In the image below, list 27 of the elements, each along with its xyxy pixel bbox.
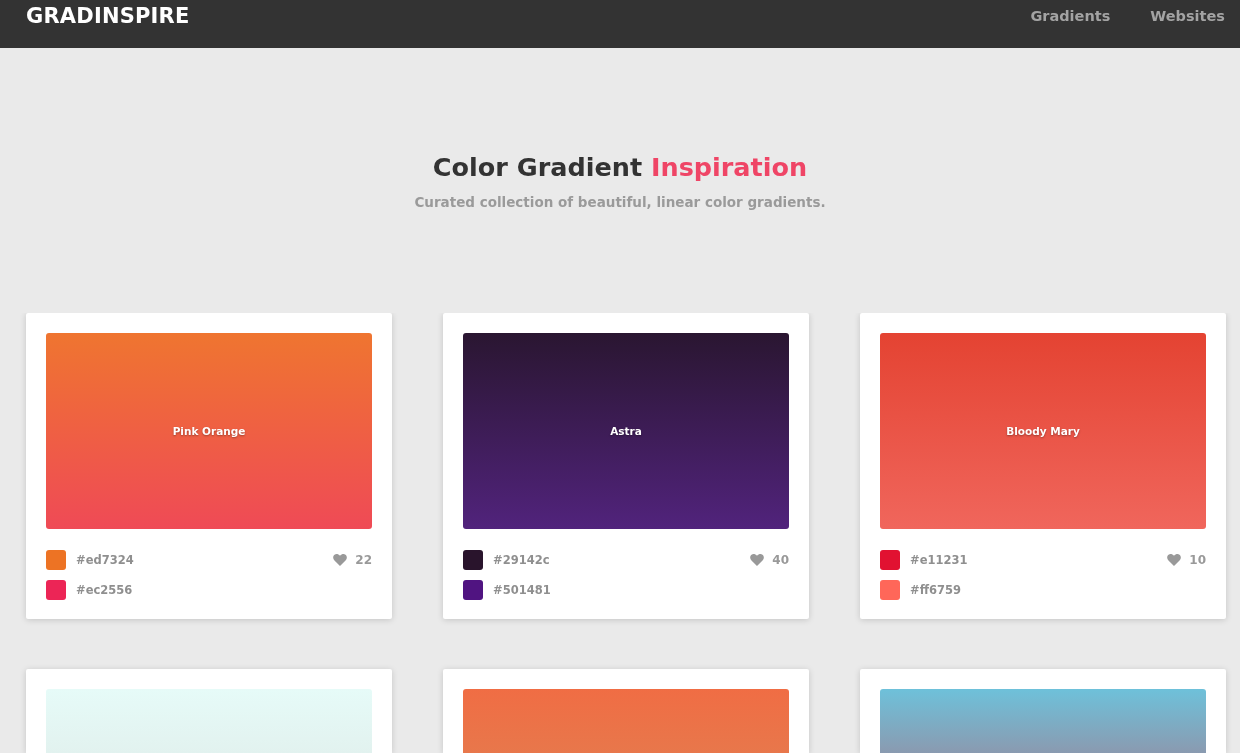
gradient-preview[interactable] [880,689,1206,753]
hex-code: #ed7324 [76,551,134,569]
heart-icon [333,554,348,566]
gradient-preview[interactable] [463,689,789,753]
page-title: Color Gradient [432,152,643,182]
like-button[interactable]: 40 [750,551,789,569]
page-title-highlight: Inspiration [651,152,808,182]
page-subtitle: Curated collection of beautiful, linear color gradients. [414,193,826,212]
hex-code: #29142c [493,551,550,569]
gradient-preview[interactable] [46,689,372,753]
gradient-name: Bloody Mary [1006,423,1080,439]
nav-link[interactable]: Gradients [1030,6,1111,26]
hex-code: #ff6759 [910,581,961,599]
gradient-name: Pink Orange [172,423,246,439]
hex-code: #e11231 [910,551,968,569]
heart-icon [1167,554,1182,566]
nav-link[interactable]: Websites [1150,6,1225,26]
gradient-preview[interactable]: Bloody Mary [880,333,1206,529]
hex-code: #501481 [493,581,551,599]
gradient-preview[interactable]: Astra [463,333,789,529]
like-button[interactable]: 22 [333,551,372,569]
logo[interactable]: GRADINSPIRE [26,4,190,28]
gradient-preview[interactable]: Pink Orange [46,333,372,529]
hex-code: #ec2556 [76,581,133,599]
gradient-name: Astra [610,423,642,439]
heart-icon [750,554,765,566]
like-button[interactable]: 10 [1167,551,1206,569]
